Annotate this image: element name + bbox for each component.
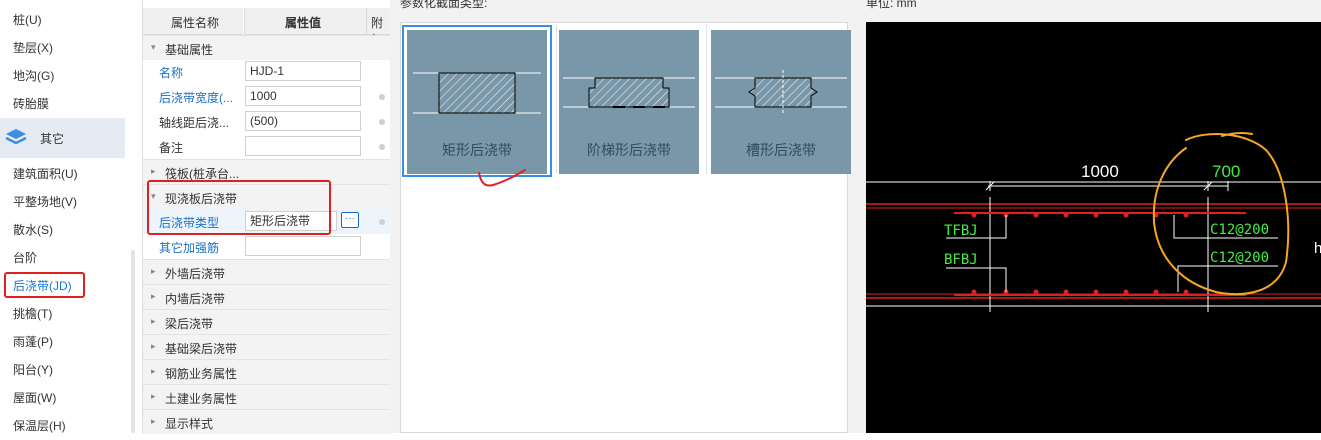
cad-preview: 1000 700 TFBJ BFBJ C12@200 C12@200 h	[866, 22, 1321, 433]
group-label: 土建业务属性	[165, 392, 238, 406]
group-basic-label: 基础属性	[165, 43, 214, 57]
prop-row-axis-offset: 轴线距后浇... (500)	[143, 109, 391, 134]
expand-arrow-icon: ▸	[151, 416, 156, 426]
prop-label-other-rebar: 其它加强筋	[159, 241, 220, 255]
group-basic-properties[interactable]: ▾ 基础属性	[143, 35, 391, 60]
tile-caption: 阶梯形后浇带	[587, 142, 671, 158]
prop-value-name[interactable]: HJD-1	[245, 61, 361, 81]
tile-stepped[interactable]: 阶梯形后浇带	[559, 30, 699, 174]
nav-item-roof[interactable]: 屋面(W)	[0, 384, 125, 412]
prop-value-other-rebar[interactable]	[245, 236, 361, 256]
height-letter: h	[1314, 240, 1321, 257]
prop-value-axis-offset[interactable]: (500)	[245, 111, 361, 131]
tile-separator	[556, 24, 557, 174]
dim-700-label: 700	[1212, 162, 1241, 181]
header-property-name: 属性名称	[143, 8, 243, 35]
highlight-box-props	[147, 180, 331, 235]
rebar-bottom-label: C12@200	[1210, 250, 1270, 266]
attach-dot[interactable]	[379, 119, 385, 125]
expand-arrow-icon: ▸	[151, 291, 156, 301]
nav-item-apron[interactable]: 散水(S)	[0, 216, 125, 244]
expand-arrow-icon: ▸	[151, 341, 156, 351]
grooved-section-icon	[715, 70, 847, 115]
dim-width-label: 1000	[1081, 162, 1119, 181]
selected-tile-outline	[402, 25, 552, 177]
expand-arrow-icon: ▸	[151, 391, 156, 401]
prop-value-width[interactable]: 1000	[245, 86, 361, 106]
nav-item-insulation[interactable]: 保温层(H)	[0, 412, 125, 440]
group-rebar-business[interactable]: ▸ 钢筋业务属性	[143, 359, 391, 384]
attach-dot[interactable]	[379, 94, 385, 100]
type-picker-button[interactable]: ···	[341, 212, 359, 228]
header-property-value: 属性值	[244, 8, 366, 35]
nav-item-balcony[interactable]: 阳台(Y)	[0, 356, 125, 384]
group-foundation-beam[interactable]: ▸ 基础梁后浇带	[143, 334, 391, 359]
nav-item-canopy[interactable]: 雨蓬(P)	[0, 328, 125, 356]
group-label: 基础梁后浇带	[165, 342, 238, 356]
nav-item-eave[interactable]: 挑檐(T)	[0, 300, 125, 328]
prop-value-remark[interactable]	[245, 136, 361, 156]
types-header: 参数化截面类型:	[400, 0, 488, 10]
nav-item-pile[interactable]: 桩(U)	[0, 6, 125, 34]
tile-separator	[706, 24, 707, 174]
attach-dot[interactable]	[379, 219, 385, 225]
prop-label-width: 后浇带宽度(...	[159, 91, 233, 105]
check-mark-annotation	[478, 169, 526, 187]
prop-row-width: 后浇带宽度(... 1000	[143, 84, 391, 109]
section-types-list: 矩形后浇带 阶梯形后浇带 槽形后浇带	[400, 22, 851, 433]
component-nav: 桩(U) 垫层(X) 地沟(G) 砖胎膜 其它 建筑面积(U) 平整场地(V) …	[0, 0, 130, 433]
section-type-dialog: 参数化截面类型: 单位: mm 矩形后浇带 阶梯形后浇带 槽形后浇带 1000 …	[390, 0, 1321, 433]
group-display-style[interactable]: ▸ 显示样式	[143, 409, 391, 434]
nav-item-steps[interactable]: 台阶	[0, 244, 125, 272]
property-panel: 属性名称 属性值 附加 ▾ 基础属性 名称 HJD-1 后浇带宽度(... 10…	[142, 0, 392, 434]
attach-dot[interactable]	[379, 144, 385, 150]
tile-caption: 槽形后浇带	[746, 142, 816, 158]
expand-arrow-icon: ▸	[151, 316, 156, 326]
header-extra: 附加	[366, 8, 392, 47]
expand-arrow-icon: ▸	[151, 266, 156, 276]
rebar-top-label: C12@200	[1210, 222, 1270, 238]
highlight-box-nav	[4, 272, 85, 298]
bfbj-label: BFBJ	[944, 252, 978, 268]
prop-label-name: 名称	[159, 66, 184, 80]
nav-group-other[interactable]: 其它	[0, 118, 125, 158]
prop-row-remark: 备注	[143, 134, 391, 159]
group-label: 外墙后浇带	[165, 267, 226, 281]
nav-item-site-leveling[interactable]: 平整场地(V)	[0, 188, 125, 216]
group-beam[interactable]: ▸ 梁后浇带	[143, 309, 391, 334]
layers-icon	[4, 127, 28, 152]
unit-header: 单位: mm	[866, 0, 917, 10]
nav-scrollbar[interactable]	[131, 250, 135, 433]
group-label: 内墙后浇带	[165, 292, 226, 306]
nav-item-brick-membrane[interactable]: 砖胎膜	[0, 90, 125, 118]
stepped-section-icon	[563, 77, 695, 108]
prop-label-axis-offset: 轴线距后浇...	[159, 116, 230, 130]
expand-arrow-icon: ▸	[151, 166, 156, 176]
nav-item-building-area[interactable]: 建筑面积(U)	[0, 160, 125, 188]
nav-group-label: 其它	[40, 132, 65, 146]
prop-row-name: 名称 HJD-1	[143, 59, 391, 84]
group-label: 显示样式	[165, 417, 214, 431]
collapse-arrow-icon: ▾	[151, 42, 156, 52]
group-label: 钢筋业务属性	[165, 367, 238, 381]
group-label: 梁后浇带	[165, 317, 214, 331]
expand-arrow-icon: ▸	[151, 366, 156, 376]
nav-item-cushion[interactable]: 垫层(X)	[0, 34, 125, 62]
group-exterior-wall[interactable]: ▸ 外墙后浇带	[143, 259, 391, 284]
header-property-name-label: 属性名称	[171, 16, 220, 30]
tile-grooved[interactable]: 槽形后浇带	[711, 30, 851, 174]
nav-item-trench[interactable]: 地沟(G)	[0, 62, 125, 90]
tfbj-label: TFBJ	[944, 223, 978, 239]
header-property-value-label: 属性值	[285, 16, 322, 30]
prop-row-other-rebar: 其它加强筋	[143, 234, 391, 259]
prop-label-remark: 备注	[159, 141, 184, 155]
group-interior-wall[interactable]: ▸ 内墙后浇带	[143, 284, 391, 309]
group-civil-business[interactable]: ▸ 土建业务属性	[143, 384, 391, 409]
